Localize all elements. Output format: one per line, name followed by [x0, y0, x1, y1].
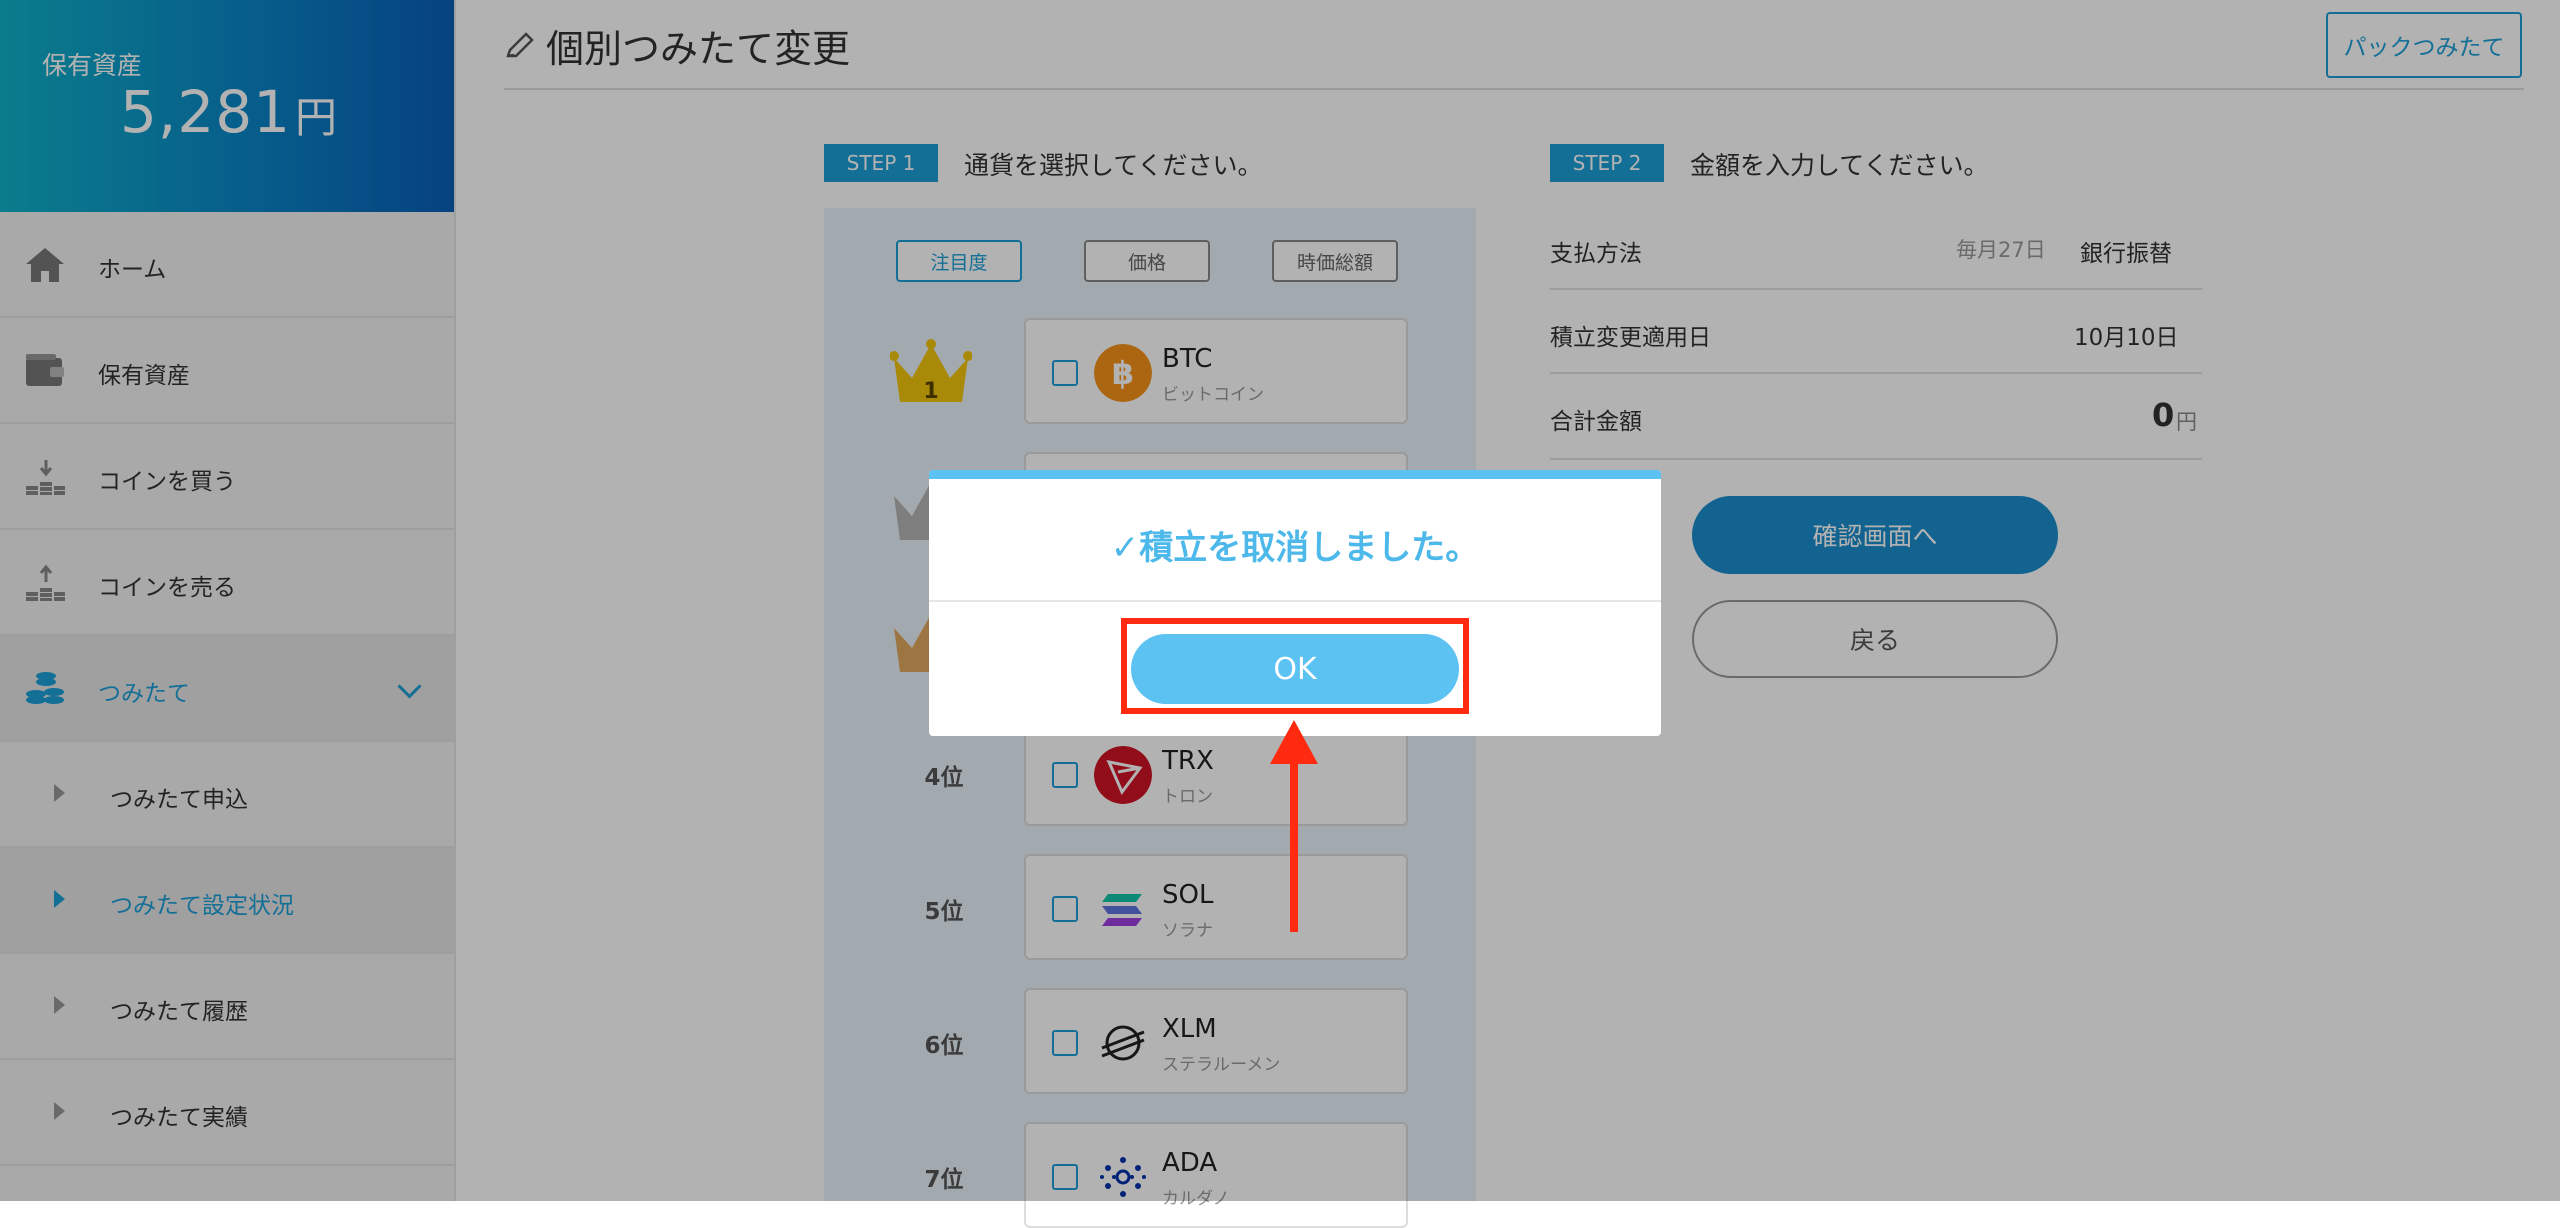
ok-button-highlight: [1121, 618, 1469, 714]
arrow-shaft: [1290, 752, 1298, 932]
dialog-divider: [929, 600, 1661, 602]
dialog-message: ✓積立を取消しました。: [1110, 528, 1480, 568]
dialog-top-bar: [929, 470, 1661, 479]
